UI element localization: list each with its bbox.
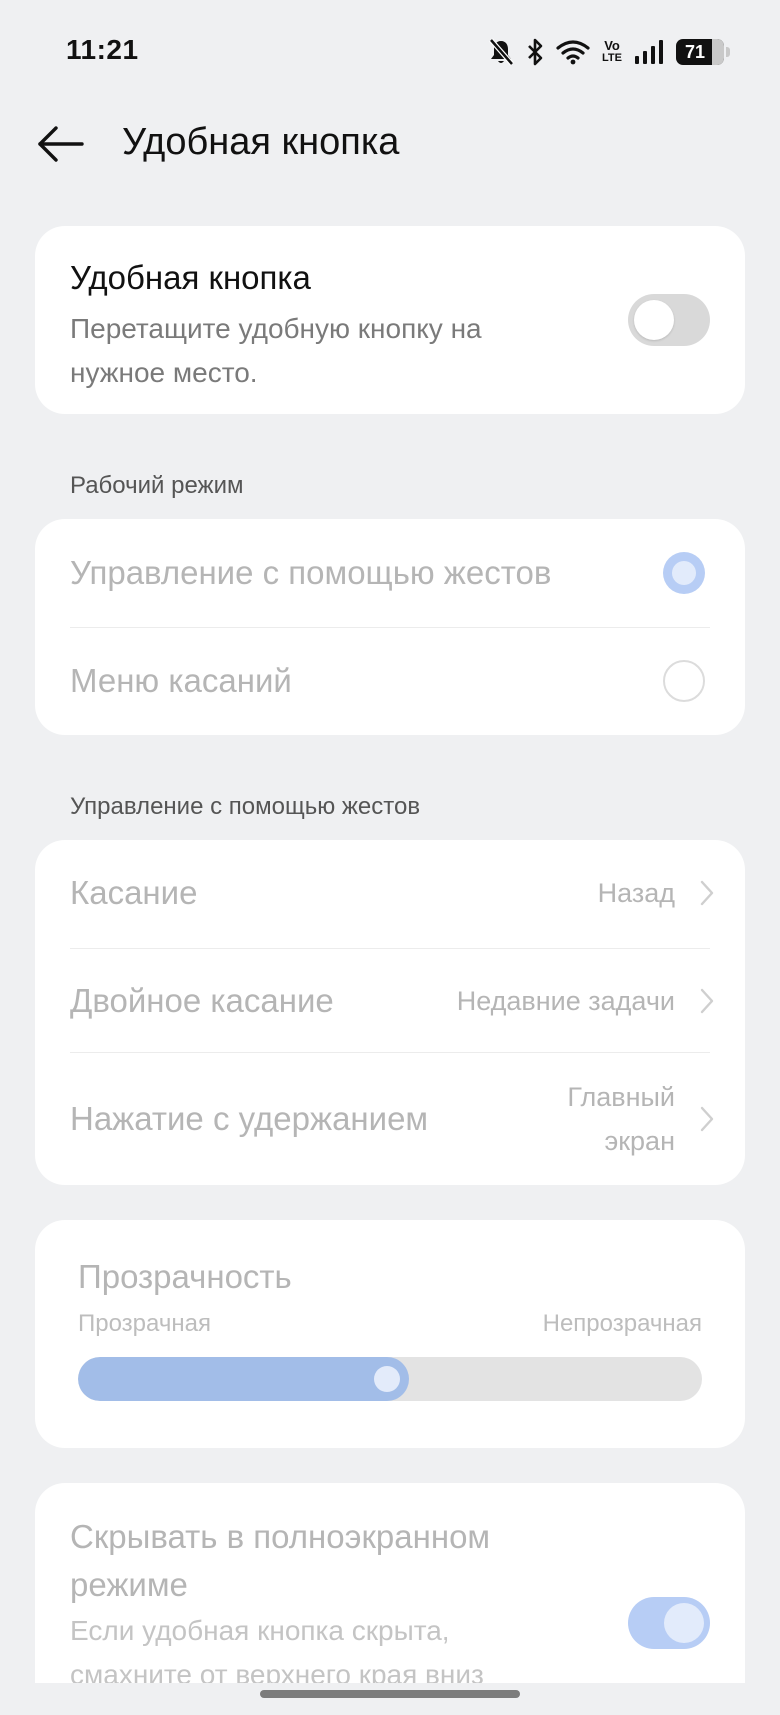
main-toggle-card[interactable]: Удобная кнопка Перетащите удобную кнопку…: [35, 226, 745, 414]
main-toggle-switch[interactable]: [628, 294, 710, 346]
page-title: Удобная кнопка: [122, 121, 400, 163]
bell-muted-icon: [488, 38, 514, 66]
gesture-row-value-line1: Главный: [567, 1081, 675, 1112]
transparency-title: Прозрачность: [78, 1258, 292, 1295]
gesture-row-value: Недавние задачи: [456, 985, 675, 1016]
gesture-row-tap[interactable]: Касание Назад: [35, 840, 745, 945]
fullscreen-hide-title-line2: режиме: [70, 1566, 188, 1603]
work-mode-option-label: Меню касаний: [70, 662, 292, 699]
main-toggle-description: Перетащите удобную кнопку на нужное мест…: [70, 313, 482, 388]
gesture-row-label: Нажатие с удержанием: [70, 1099, 429, 1137]
work-mode-card: Управление с помощью жестов Меню касаний: [35, 519, 745, 735]
radio-selected[interactable]: [663, 552, 705, 594]
signal-icon: [634, 39, 664, 65]
status-bar: 11:21 Vo LTE 71: [0, 0, 780, 100]
gesture-row-value: Назад: [597, 877, 675, 908]
bluetooth-icon: [526, 38, 544, 66]
gesture-row-label: Двойное касание: [70, 981, 334, 1019]
status-icons: Vo LTE 71: [488, 34, 730, 70]
chevron-right-icon: [700, 1106, 714, 1131]
transparency-min-label: Прозрачная: [78, 1310, 211, 1337]
battery-icon: 71: [676, 39, 730, 65]
fullscreen-hide-description: Если удобная кнопка скрыта, смахните от …: [70, 1609, 484, 1683]
gestures-card: Касание Назад Двойное касание Недавние з…: [35, 840, 745, 1185]
fullscreen-hide-description-line2: смахните от верхнего края вниз: [70, 1659, 484, 1683]
main-toggle-title: Удобная кнопка: [70, 259, 311, 296]
work-mode-option-label: Управление с помощью жестов: [70, 554, 552, 591]
slider-thumb[interactable]: [374, 1366, 400, 1392]
gesture-row-double-tap[interactable]: Двойное касание Недавние задачи: [35, 948, 745, 1053]
gesture-row-value-line2: экран: [604, 1125, 675, 1156]
volte-icon: Vo LTE: [602, 38, 622, 64]
transparency-slider[interactable]: [78, 1357, 702, 1401]
transparency-max-label: Непрозрачная: [542, 1310, 702, 1337]
chevron-right-icon: [700, 880, 714, 905]
arrow-left-icon: [38, 126, 84, 162]
gesture-row-long-press[interactable]: Нажатие с удержанием Главный экран: [35, 1052, 745, 1185]
transparency-card: Прозрачность Прозрачная Непрозрачная: [35, 1220, 745, 1448]
work-mode-option-gestures[interactable]: Управление с помощью жестов: [35, 519, 745, 627]
radio-unselected[interactable]: [663, 660, 705, 702]
volte-bottom: LTE: [602, 52, 622, 64]
toggle-knob: [634, 300, 674, 340]
battery-level: 71: [684, 41, 706, 62]
fullscreen-hide-title: Скрывать в полноэкранном режиме: [70, 1513, 490, 1609]
wifi-icon: [556, 39, 590, 65]
gesture-row-value: Главный экран: [567, 1075, 675, 1163]
status-time: 11:21: [66, 34, 139, 65]
fullscreen-hide-title-line1: Скрывать в полноэкранном: [70, 1518, 491, 1555]
screen: 11:21 Vo LTE 71 Удобная кнопка Удобная к…: [0, 0, 780, 1715]
fullscreen-hide-description-line1: Если удобная кнопка скрыта,: [70, 1615, 450, 1646]
gesture-row-label: Касание: [70, 873, 198, 911]
fullscreen-hide-card[interactable]: Скрывать в полноэкранном режиме Если удо…: [35, 1483, 745, 1683]
home-indicator[interactable]: [260, 1690, 520, 1698]
section-label-gestures: Управление с помощью жестов: [70, 793, 421, 820]
back-button[interactable]: [32, 116, 88, 172]
volte-top: Vo: [604, 38, 620, 53]
fullscreen-hide-toggle[interactable]: [628, 1597, 710, 1649]
slider-fill: [78, 1357, 409, 1401]
section-label-work-mode: Рабочий режим: [70, 472, 244, 499]
chevron-right-icon: [700, 988, 714, 1013]
toggle-knob: [664, 1603, 704, 1643]
work-mode-option-touch-menu[interactable]: Меню касаний: [35, 627, 745, 735]
